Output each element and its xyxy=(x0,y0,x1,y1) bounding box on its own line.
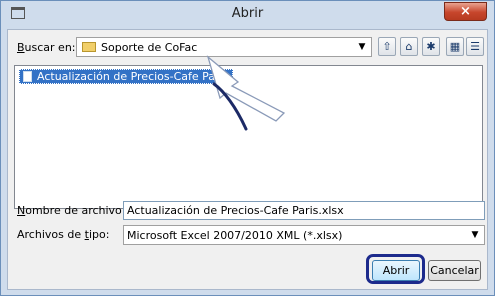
details-view-icon[interactable]: ☰ xyxy=(466,37,484,56)
pointer-arrow-annotation xyxy=(206,55,286,131)
dialog-title: Abrir xyxy=(231,6,264,21)
filetype-label: Archivos de tipo: xyxy=(17,228,110,241)
look-in-value: Soporte de CoFac xyxy=(101,41,198,54)
desktop-icon[interactable]: ⌂ xyxy=(400,37,418,56)
excel-file-icon xyxy=(23,71,32,82)
close-button[interactable]: × xyxy=(444,2,487,21)
list-view-icon[interactable]: ▦ xyxy=(446,37,464,56)
filetype-dropdown[interactable]: Microsoft Excel 2007/2010 XML (*.xlsx) ▼ xyxy=(123,225,485,245)
new-folder-icon[interactable]: ✱ xyxy=(422,37,440,56)
close-icon: × xyxy=(460,4,471,19)
open-button[interactable]: Abrir xyxy=(372,260,420,281)
chevron-down-icon[interactable]: ▼ xyxy=(356,40,368,54)
look-in-label: Buscar en: xyxy=(17,41,76,54)
filename-input[interactable]: Actualización de Precios-Cafe Paris.xlsx xyxy=(123,201,485,220)
up-folder-icon[interactable]: ⇧ xyxy=(378,37,396,56)
filetype-value: Microsoft Excel 2007/2010 XML (*.xlsx) xyxy=(127,229,343,242)
folder-icon xyxy=(82,42,96,52)
filename-label: Nombre de archivo: xyxy=(17,204,126,217)
open-dialog: Abrir × Buscar en: Soporte de CoFac ▼ ⇧ … xyxy=(0,0,495,296)
title-bar[interactable]: Abrir × xyxy=(1,1,494,28)
cancel-button[interactable]: Cancelar xyxy=(428,260,481,281)
chevron-down-icon[interactable]: ▼ xyxy=(469,228,481,242)
